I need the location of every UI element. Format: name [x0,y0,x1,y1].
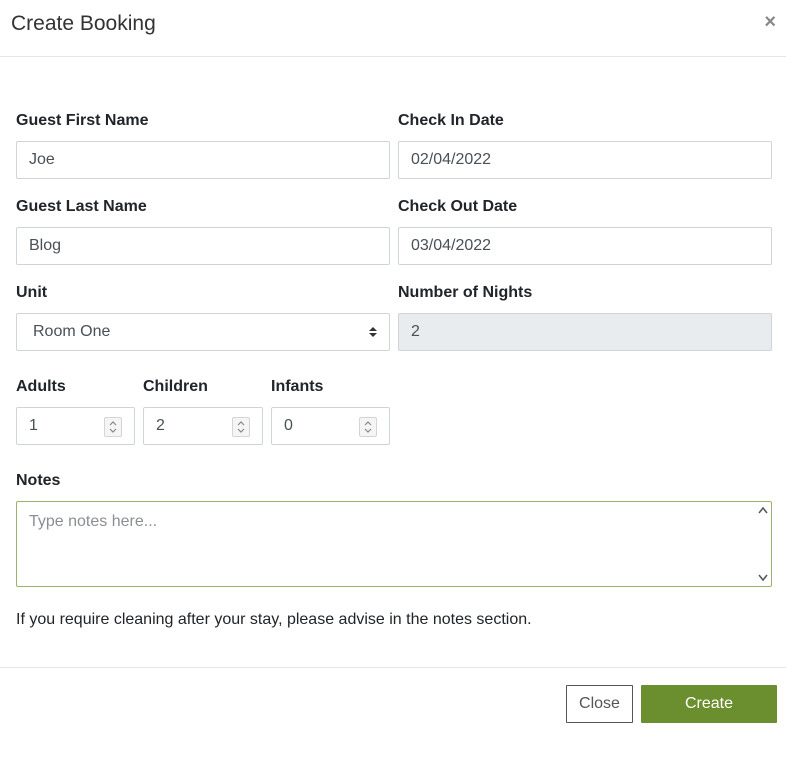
spinner-arrows-icon [237,421,245,433]
textarea-scrollbar[interactable] [755,502,771,586]
close-button[interactable]: Close [566,685,633,723]
select-arrows-icon [369,327,377,337]
notes-label: Notes [16,472,61,489]
unit-select[interactable]: Room One [16,313,390,351]
check-out-label: Check Out Date [398,198,518,215]
adults-value: 1 [29,417,38,434]
children-spinner[interactable] [232,417,250,437]
check-out-date-input[interactable]: 03/04/2022 [398,227,772,265]
adults-label: Adults [16,378,66,395]
children-value: 2 [156,417,165,434]
unit-select-value: Room One [33,323,111,340]
adults-input[interactable]: 1 [16,407,135,445]
close-icon[interactable]: × [764,10,776,34]
infants-label: Infants [271,378,324,395]
nights-label: Number of Nights [398,284,533,301]
infants-value: 0 [284,417,293,434]
spinner-arrows-icon [109,421,117,433]
last-name-label: Guest Last Name [16,198,147,215]
create-booking-button[interactable]: Create Booking [641,685,777,748]
check-in-date-input[interactable]: 02/04/2022 [398,141,772,179]
modal-header: Create Booking × [0,0,786,57]
notes-placeholder: Type notes here... [29,513,158,530]
spinner-arrows-icon [364,421,372,433]
infants-input[interactable]: 0 [271,407,390,445]
first-name-input[interactable]: Joe [16,141,390,179]
adults-spinner[interactable] [104,417,122,437]
children-label: Children [143,378,208,395]
unit-label: Unit [16,284,48,301]
modal-footer: Close Create Booking [0,667,786,748]
last-name-input[interactable]: Blog [16,227,390,265]
modal-title: Create Booking [11,12,156,35]
cleaning-info-text: If you require cleaning after your stay,… [16,611,532,628]
nights-input: 2 [398,313,772,351]
children-input[interactable]: 2 [143,407,263,445]
infants-spinner[interactable] [359,417,377,437]
notes-textarea[interactable]: Type notes here... [16,501,772,587]
first-name-label: Guest First Name [16,112,149,129]
check-in-label: Check In Date [398,112,504,129]
